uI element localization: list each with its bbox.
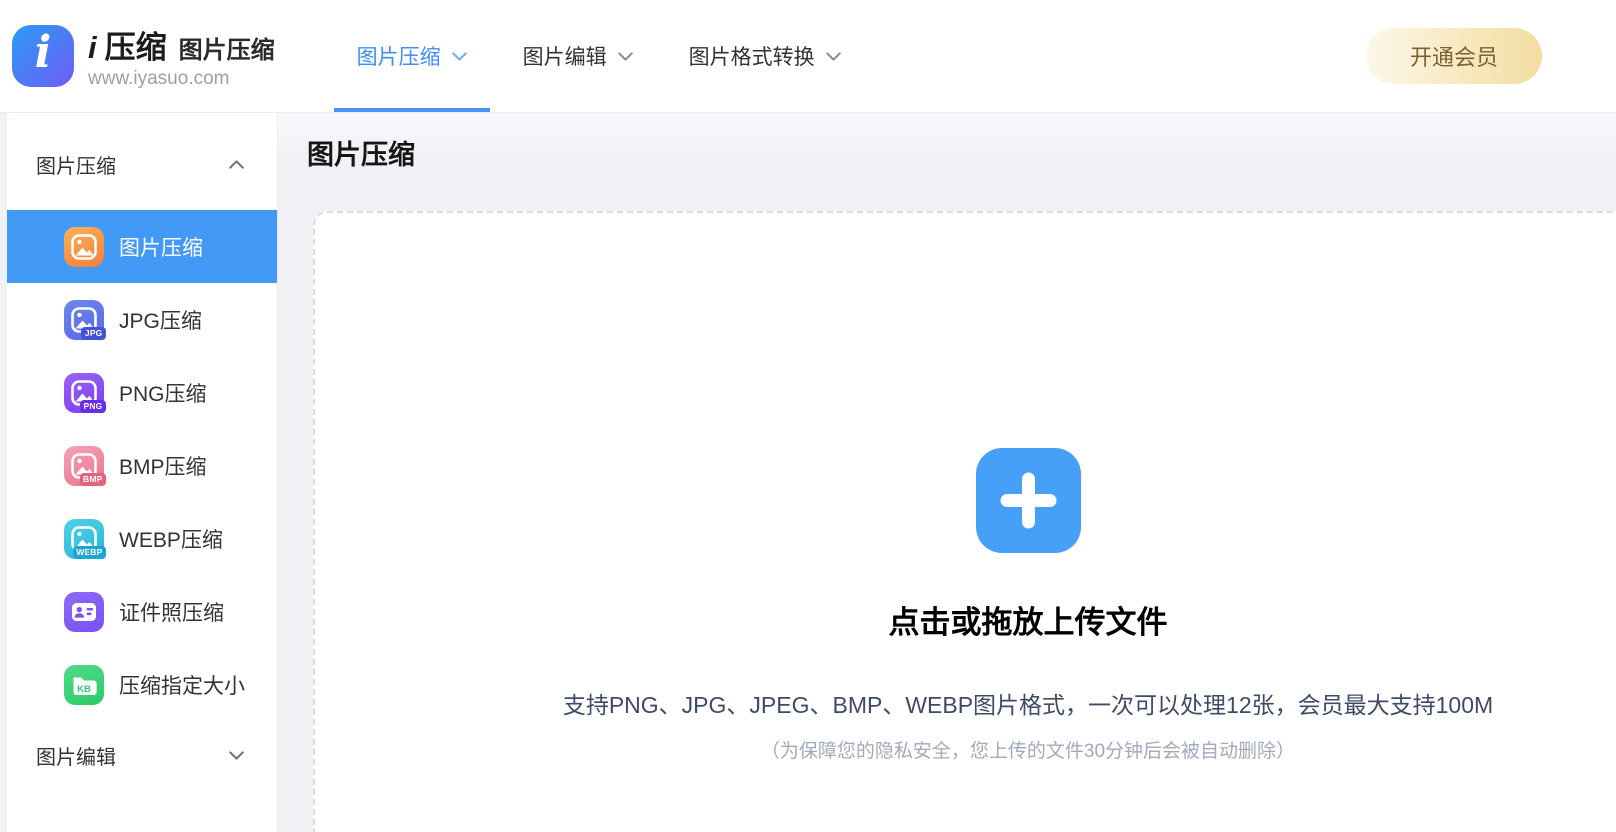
svg-text:KB: KB [77,684,91,695]
brand-mark: i [88,30,97,65]
chevron-down-icon [617,51,633,61]
format-badge: WEBP [72,546,106,559]
nav-tab-format-convert[interactable]: 图片格式转换 [661,0,869,112]
chevron-down-icon [451,51,467,61]
brand-url: www.iyasuo.com [88,68,230,89]
sidebar-item-label: BMP压缩 [119,455,207,479]
bmp-compress-icon: BMP [64,445,106,486]
jpg-compress-icon: JPG [64,299,106,340]
chevron-down-icon [825,51,841,61]
main-nav: 图片压缩 图片编辑 图片格式转换 [329,0,869,112]
sidebar-item-png-compress[interactable]: PNG PNG压缩 [7,356,277,429]
image-compress-icon [64,226,104,267]
sidebar-item-label: 证件照压缩 [119,601,224,625]
brand-name: 压缩 [104,30,167,65]
sidebar-item-image-compress[interactable]: 图片压缩 [7,210,277,283]
sidebar-item-label: WEBP压缩 [119,528,223,552]
format-badge: BMP [79,473,106,486]
sidebar-item-label: JPG压缩 [119,309,202,333]
sidebar-item-webp-compress[interactable]: WEBP WEBP压缩 [7,502,277,575]
logo-letter: i [34,27,52,78]
compress-to-size-icon: KB [64,664,104,705]
top-header: i i 压缩 图片压缩 www.iyasuo.com 图片压缩 图片编辑 图片格… [0,0,1616,113]
brand-logo-icon: i [12,25,74,87]
sidebar-item-list: 图片压缩 JPG JPG压缩 PNG PNG压缩 BMP BMP压缩 WEBP … [7,210,277,721]
page-title: 图片压缩 [307,140,415,170]
add-files-button[interactable] [975,448,1081,553]
nav-tab-label: 图片压缩 [356,46,441,69]
sidebar-item-jpg-compress[interactable]: JPG JPG压缩 [7,283,277,356]
sidebar-item-compress-to-size[interactable]: KB 压缩指定大小 [7,648,277,721]
brand-tagline: 图片压缩 [178,37,275,64]
upload-privacy-text: （为保障您的隐私安全，您上传的文件30分钟后会被自动删除） [760,741,1296,762]
sidebar: 图片压缩 图片压缩 JPG JPG压缩 PNG PNG压缩 BMP BMP压缩 … [7,113,278,832]
sidebar-item-label: 图片压缩 [119,236,203,260]
chevron-up-icon [229,159,244,169]
format-badge: PNG [79,400,106,413]
nav-tab-image-edit[interactable]: 图片编辑 [495,0,661,112]
sidebar-item-label: PNG压缩 [119,382,207,406]
sidebar-section-label: 图片编辑 [36,746,116,769]
sidebar-section-image-edit[interactable]: 图片编辑 [7,726,277,784]
png-compress-icon: PNG [64,372,106,413]
sidebar-item-bmp-compress[interactable]: BMP BMP压缩 [7,429,277,502]
nav-tab-label: 图片编辑 [522,46,607,69]
brand-text: i 压缩 图片压缩 www.iyasuo.com [88,22,275,90]
sidebar-item-id-photo-compress[interactable]: 证件照压缩 [7,575,277,648]
webp-compress-icon: WEBP [64,518,106,559]
upload-support-text: 支持PNG、JPG、JPEG、BMP、WEBP图片格式，一次可以处理12张，会员… [562,692,1494,718]
nav-tab-label: 图片格式转换 [688,46,815,69]
plus-icon [975,448,1081,553]
nav-tab-image-compress[interactable]: 图片压缩 [329,0,495,112]
main-content: 图片压缩 点击或拖放上传文件 支持PNG、JPG、JPEG、BMP、WEBP图片… [278,113,1616,832]
brand-logo-link[interactable]: i i 压缩 图片压缩 www.iyasuo.com [12,22,275,90]
sidebar-item-label: 压缩指定大小 [119,674,245,698]
sidebar-section-image-compress[interactable]: 图片压缩 [7,135,277,193]
id-photo-compress-icon [64,591,104,632]
sidebar-section-label: 图片压缩 [36,155,116,178]
chevron-down-icon [229,750,244,760]
format-badge: JPG [81,327,106,340]
membership-button[interactable]: 开通会员 [1366,28,1542,84]
upload-heading: 点击或拖放上传文件 [888,605,1168,640]
upload-dropzone[interactable]: 点击或拖放上传文件 支持PNG、JPG、JPEG、BMP、WEBP图片格式，一次… [313,211,1616,832]
